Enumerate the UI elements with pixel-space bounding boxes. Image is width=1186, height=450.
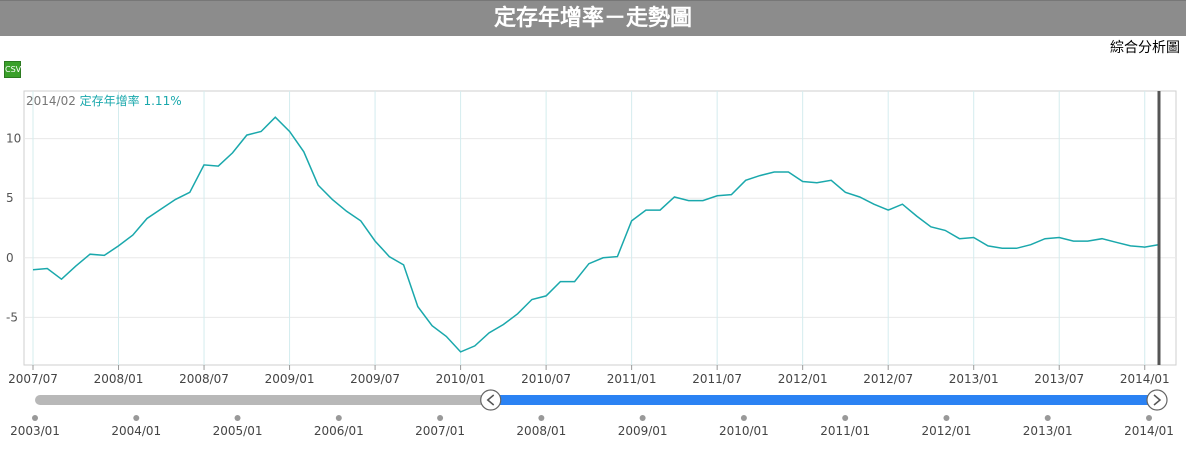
y-tick-label: 5 (6, 191, 14, 205)
navigator-tick-dot (943, 415, 950, 421)
x-tick-label: 2008/01 (94, 372, 144, 386)
navigator-tick-dot (335, 415, 342, 421)
navigator-tick-dot (234, 415, 241, 421)
navigator-left-handle[interactable] (480, 389, 502, 411)
y-tick-label: 10 (6, 132, 21, 146)
navigator-tick-label: 2008/01 (516, 424, 566, 438)
x-tick-label: 2009/01 (265, 372, 315, 386)
navigator-tick-dot (842, 415, 849, 421)
x-tick-label: 2012/01 (778, 372, 828, 386)
plot-frame (23, 90, 1177, 366)
navigator-tick-dot (1044, 415, 1051, 421)
x-tick-label: 2012/07 (863, 372, 913, 386)
navigator-tick-label: 2011/01 (820, 424, 870, 438)
navigator-tick-dot (639, 415, 646, 421)
navigator-tick-label: 2010/01 (719, 424, 769, 438)
x-tick-label: 2013/01 (949, 372, 999, 386)
navigator-tick-dot (1146, 415, 1152, 421)
chart-area: 10 5 0 -5 2007/07 2008/01 2008/07 2009/01 2009/0… (0, 80, 1186, 446)
navigator-tick-dot (133, 415, 140, 421)
navigator-tick-label: 2009/01 (618, 424, 668, 438)
y-tick-label: -5 (6, 310, 18, 324)
line-chart[interactable]: 10 5 0 -5 2007/07 2008/01 2008/07 2009/01 2009/0… (0, 80, 1186, 446)
navigator-tick-dot (538, 415, 545, 421)
navigator-tick-label: 2005/01 (213, 424, 263, 438)
y-tick-label: 0 (6, 251, 14, 265)
x-tick-label: 2011/07 (692, 372, 742, 386)
navigator-tick-dot (437, 415, 444, 421)
x-tick-label: 2010/01 (436, 372, 486, 386)
page-title: 定存年增率－走勢圖 (0, 0, 1186, 36)
navigator-selected-range[interactable] (490, 395, 1157, 405)
x-tick-label: 2008/07 (179, 372, 229, 386)
navigator-tick-label: 2006/01 (314, 424, 364, 438)
navigator-tick-dot (32, 415, 38, 421)
x-tick-label: 2010/07 (521, 372, 571, 386)
navigator-tick-label: 2007/01 (415, 424, 465, 438)
navigator-tick-label: 2003/01 (10, 424, 60, 438)
x-tick-label: 2011/01 (607, 372, 657, 386)
x-tick-label: 2007/07 (8, 372, 58, 386)
x-tick-label: 2009/07 (350, 372, 400, 386)
navigator-right-handle[interactable] (1146, 389, 1168, 411)
x-tick-label: 2014/01 (1120, 372, 1170, 386)
navigator-tick-label: 2013/01 (1023, 424, 1073, 438)
analysis-chart-link[interactable]: 綜合分析圖 (1110, 37, 1180, 57)
navigator-track (35, 395, 491, 405)
readout: 2014/02 定存年增率 1.11% (26, 93, 182, 108)
navigator-tick-dot (740, 415, 747, 421)
csv-download-icon[interactable]: CSV (4, 61, 21, 78)
x-tick-label: 2013/07 (1034, 372, 1084, 386)
navigator-tick-label: 2014/01 (1124, 424, 1174, 438)
navigator-tick-label: 2012/01 (922, 424, 972, 438)
navigator-tick-label: 2004/01 (111, 424, 161, 438)
